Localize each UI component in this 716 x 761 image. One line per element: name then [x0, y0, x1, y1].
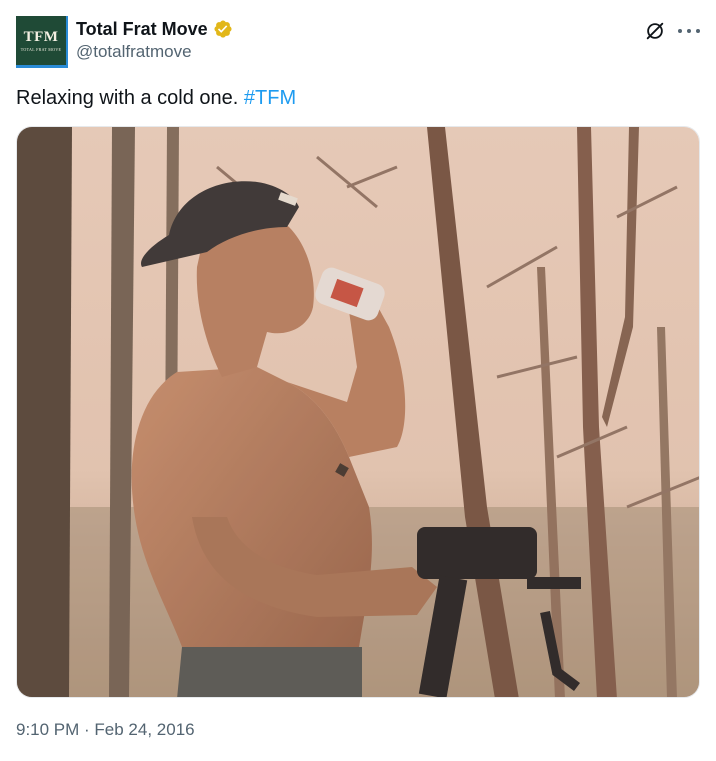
avatar-logo-text: TFM [23, 28, 59, 45]
tweet-timestamp[interactable]: 9:10 PM · Feb 24, 2016 [16, 718, 195, 742]
tweet-header: TFM TOTAL FRAT MOVE Total Frat Move @tot… [16, 14, 700, 70]
verified-badge-icon[interactable] [213, 19, 233, 39]
author-info: Total Frat Move @totalfratmove [76, 18, 233, 63]
grok-icon[interactable] [644, 20, 666, 42]
more-options-icon[interactable] [678, 20, 700, 42]
avatar-logo-subtext: TOTAL FRAT MOVE [20, 46, 62, 52]
author-handle[interactable]: @totalfratmove [76, 41, 233, 63]
photo-image [17, 127, 699, 697]
tweet: TFM TOTAL FRAT MOVE Total Frat Move @tot… [0, 0, 716, 761]
display-name-row: Total Frat Move [76, 18, 233, 40]
display-name[interactable]: Total Frat Move [76, 18, 208, 40]
hashtag-link[interactable]: #TFM [244, 87, 296, 109]
tweet-body-text: Relaxing with a cold one. [16, 87, 244, 109]
tweet-photo[interactable] [16, 126, 700, 698]
tweet-text: Relaxing with a cold one. #TFM [16, 84, 296, 112]
avatar[interactable]: TFM TOTAL FRAT MOVE [16, 16, 68, 68]
